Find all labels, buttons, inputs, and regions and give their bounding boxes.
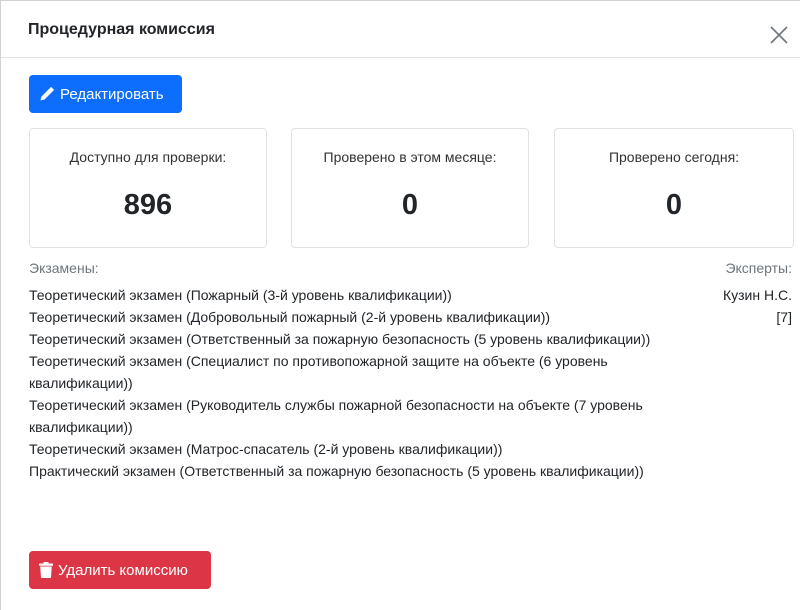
stat-card-month: Проверено в этом месяце: 0 [291, 128, 529, 248]
delete-commission-button[interactable]: Удалить комиссию [29, 551, 211, 589]
stat-card-available: Доступно для проверки: 896 [29, 128, 267, 248]
modal-header: Процедурная комиссия [1, 1, 800, 58]
edit-button-label: Редактировать [60, 85, 164, 103]
exam-list: Теоретический экзамен (Пожарный (3-й уро… [29, 284, 709, 482]
expert-item: Кузин Н.С. [722, 287, 792, 303]
expert-item: [7] [776, 309, 792, 325]
exam-item: Теоретический экзамен (Добровольный пожа… [29, 309, 551, 325]
modal-title: Процедурная комиссия [28, 21, 215, 38]
trash-icon [39, 562, 53, 578]
exam-item: Теоретический экзамен (Ответственный за … [29, 331, 651, 347]
procedural-commission-modal: Процедурная комиссия Редактировать Досту… [0, 0, 800, 610]
stat-card-today: Проверено сегодня: 0 [554, 128, 794, 248]
stat-value-month: 0 [401, 189, 419, 221]
close-button[interactable] [767, 23, 791, 47]
pencil-icon [39, 86, 55, 102]
expert-list: Кузин Н.С. [7] [672, 284, 792, 328]
delete-button-label: Удалить комиссию [58, 561, 188, 579]
stat-label-available: Доступно для проверки: [69, 149, 227, 165]
experts-header: Эксперты: [725, 260, 792, 276]
exam-item: Теоретический экзамен (Матрос-спасатель … [29, 441, 503, 457]
exam-item: Теоретический экзамен (Руководитель служ… [29, 397, 643, 435]
stat-label-today: Проверено сегодня: [608, 149, 740, 165]
exam-item: Теоретический экзамен (Пожарный (3-й уро… [29, 287, 452, 303]
exam-item: Теоретический экзамен (Специалист по про… [29, 353, 608, 391]
exams-header: Экзамены: [29, 260, 99, 276]
stat-value-available: 896 [123, 189, 173, 221]
edit-button[interactable]: Редактировать [29, 75, 182, 113]
close-icon [770, 26, 788, 44]
stat-value-today: 0 [665, 189, 683, 221]
exam-item: Практический экзамен (Ответственный за п… [29, 463, 644, 479]
stat-label-month: Проверено в этом месяце: [323, 149, 497, 165]
